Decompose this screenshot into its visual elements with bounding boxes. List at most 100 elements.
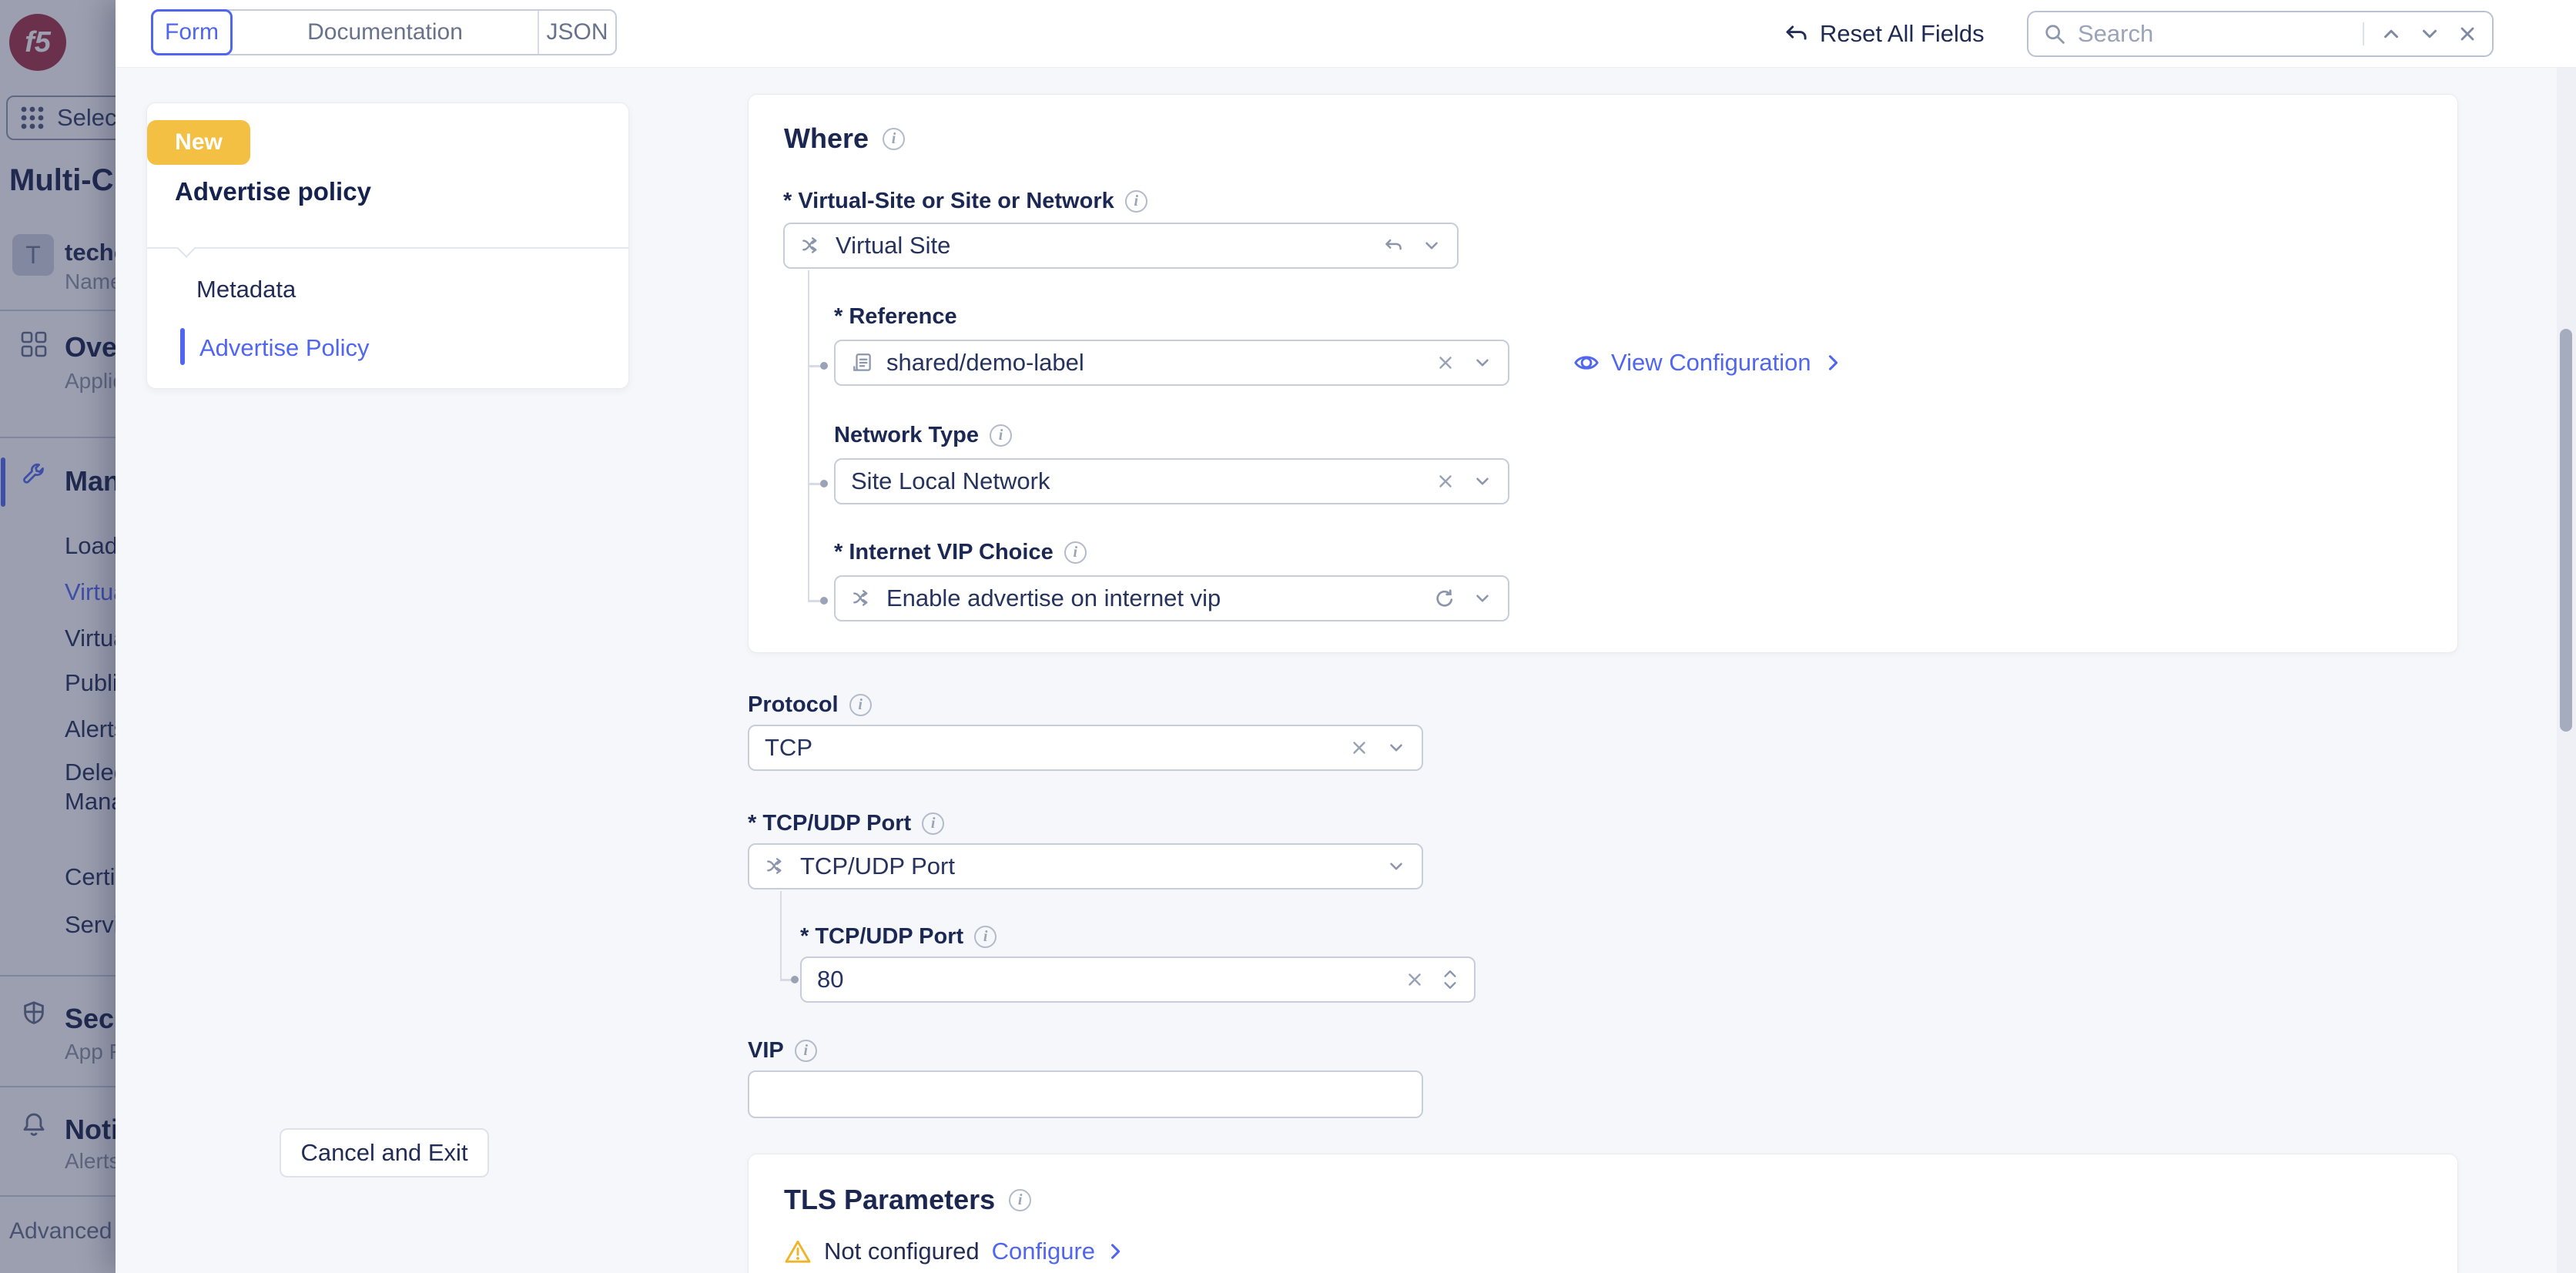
chevron-down-icon[interactable] (1472, 588, 1492, 608)
search-prev-icon[interactable] (2380, 22, 2403, 45)
search-input[interactable] (2078, 20, 2352, 48)
nav-item-metadata[interactable]: Metadata (196, 276, 296, 303)
clear-icon[interactable] (1435, 353, 1455, 373)
oneof-branch-icon (765, 855, 788, 878)
chevron-down-icon[interactable] (1422, 236, 1442, 256)
view-mode-tabs: Form Documentation JSON (151, 9, 617, 55)
info-icon[interactable]: i (1125, 190, 1147, 213)
panel-divider-notch (176, 238, 196, 257)
virtual-site-value: Virtual Site (836, 232, 1369, 260)
scrollbar-thumb[interactable] (2560, 329, 2572, 732)
chevron-right-icon (1104, 1241, 1126, 1262)
undo-icon (1783, 21, 1809, 47)
modal-overlay (0, 0, 116, 1273)
search-next-icon[interactable] (2418, 22, 2441, 45)
chevron-right-icon (1822, 352, 1844, 374)
stepper-up-icon[interactable] (1442, 968, 1459, 979)
reference-dropdown[interactable]: shared/demo-label (834, 340, 1509, 386)
tree-connector-dot (791, 976, 799, 983)
where-heading: Where i (784, 122, 905, 155)
internet-vip-value: Enable advertise on internet vip (886, 585, 1422, 612)
oneof-branch-icon (800, 234, 823, 257)
reference-label: * Reference (834, 304, 957, 330)
virtual-site-label: * Virtual-Site or Site or Network i (783, 189, 1147, 214)
number-stepper (1442, 968, 1459, 991)
info-icon[interactable]: i (990, 424, 1012, 447)
new-badge: New (147, 120, 250, 165)
chevron-down-icon[interactable] (1386, 856, 1406, 876)
vip-input[interactable] (765, 1080, 1406, 1108)
warning-icon (784, 1238, 812, 1265)
refresh-icon[interactable] (1434, 588, 1455, 609)
info-icon[interactable]: i (795, 1040, 817, 1062)
cancel-and-exit-button[interactable]: Cancel and Exit (280, 1128, 489, 1178)
network-type-value: Site Local Network (851, 467, 1423, 495)
reference-value: shared/demo-label (886, 349, 1423, 377)
tree-connector (780, 891, 782, 981)
search-close-icon[interactable] (2457, 23, 2478, 45)
search-separator (2363, 22, 2364, 45)
info-icon[interactable]: i (922, 812, 944, 835)
search-box (2027, 11, 2494, 57)
reference-doc-icon (851, 351, 874, 374)
info-icon[interactable]: i (883, 128, 905, 150)
port-label: * TCP/UDP Port i (800, 924, 997, 950)
tab-documentation[interactable]: Documentation (233, 11, 538, 54)
tree-connector-dot (820, 597, 828, 605)
where-section: Where i * Virtual-Site or Site or Networ… (748, 94, 2458, 653)
info-icon[interactable]: i (1009, 1189, 1031, 1211)
internet-vip-choice-label: * Internet VIP Choice i (834, 540, 1087, 565)
protocol-label: Protocol i (748, 692, 872, 718)
nav-item-advertise-policy[interactable]: Advertise Policy (199, 334, 370, 362)
vip-field (748, 1070, 1423, 1118)
info-icon[interactable]: i (1064, 541, 1087, 564)
port-number-input[interactable] (817, 966, 1392, 993)
reset-field-icon[interactable] (1382, 234, 1405, 257)
port-choice-value: TCP/UDP Port (800, 853, 1374, 880)
search-icon (2042, 22, 2067, 46)
port-choice-label: * TCP/UDP Port i (748, 811, 944, 836)
clear-icon[interactable] (1435, 471, 1455, 491)
network-type-dropdown[interactable]: Site Local Network (834, 458, 1509, 504)
info-icon[interactable]: i (849, 694, 872, 716)
tree-connector (808, 270, 809, 601)
tab-form[interactable]: Form (151, 9, 233, 55)
scrollbar-track[interactable] (2557, 68, 2576, 1273)
advertise-policy-drawer: Form Documentation JSON Reset All Fields (116, 0, 2576, 1273)
form-title: Advertise policy (175, 177, 371, 206)
protocol-dropdown[interactable]: TCP (748, 725, 1423, 771)
internet-vip-dropdown[interactable]: Enable advertise on internet vip (834, 575, 1509, 621)
reset-all-fields-button[interactable]: Reset All Fields (1783, 0, 1985, 68)
eye-icon (1573, 349, 1600, 377)
oneof-branch-icon (851, 587, 874, 610)
chevron-down-icon[interactable] (1386, 738, 1406, 758)
tab-json[interactable]: JSON (538, 11, 615, 54)
vip-label: VIP i (748, 1038, 817, 1064)
tls-status-row: Not configured Configure (784, 1238, 1126, 1265)
tree-connector-dot (820, 362, 828, 370)
tls-configure-link[interactable]: Configure (992, 1238, 1126, 1265)
tls-status-text: Not configured (824, 1238, 980, 1265)
nav-active-bar (180, 328, 185, 365)
form-nav-panel: New Advertise policy Metadata Advertise … (146, 102, 629, 389)
tls-title: TLS Parameters (784, 1184, 995, 1216)
tls-heading: TLS Parameters i (784, 1184, 1031, 1216)
port-number-field (800, 956, 1476, 1003)
tree-connector-dot (820, 480, 828, 487)
virtual-site-dropdown[interactable]: Virtual Site (783, 223, 1459, 269)
view-configuration-link[interactable]: View Configuration (1573, 340, 1844, 386)
panel-divider (147, 247, 628, 249)
network-type-label: Network Type i (834, 423, 1012, 448)
protocol-value: TCP (765, 734, 1337, 762)
stepper-down-icon[interactable] (1442, 980, 1459, 991)
clear-icon[interactable] (1349, 738, 1369, 758)
reset-all-fields-label: Reset All Fields (1820, 20, 1985, 48)
drawer-topbar: Form Documentation JSON Reset All Fields (116, 0, 2576, 68)
chevron-down-icon[interactable] (1472, 471, 1492, 491)
clear-icon[interactable] (1405, 970, 1425, 990)
port-choice-dropdown[interactable]: TCP/UDP Port (748, 843, 1423, 889)
view-configuration-label: View Configuration (1611, 349, 1811, 377)
chevron-down-icon[interactable] (1472, 353, 1492, 373)
where-title: Where (784, 122, 869, 155)
info-icon[interactable]: i (974, 926, 997, 948)
